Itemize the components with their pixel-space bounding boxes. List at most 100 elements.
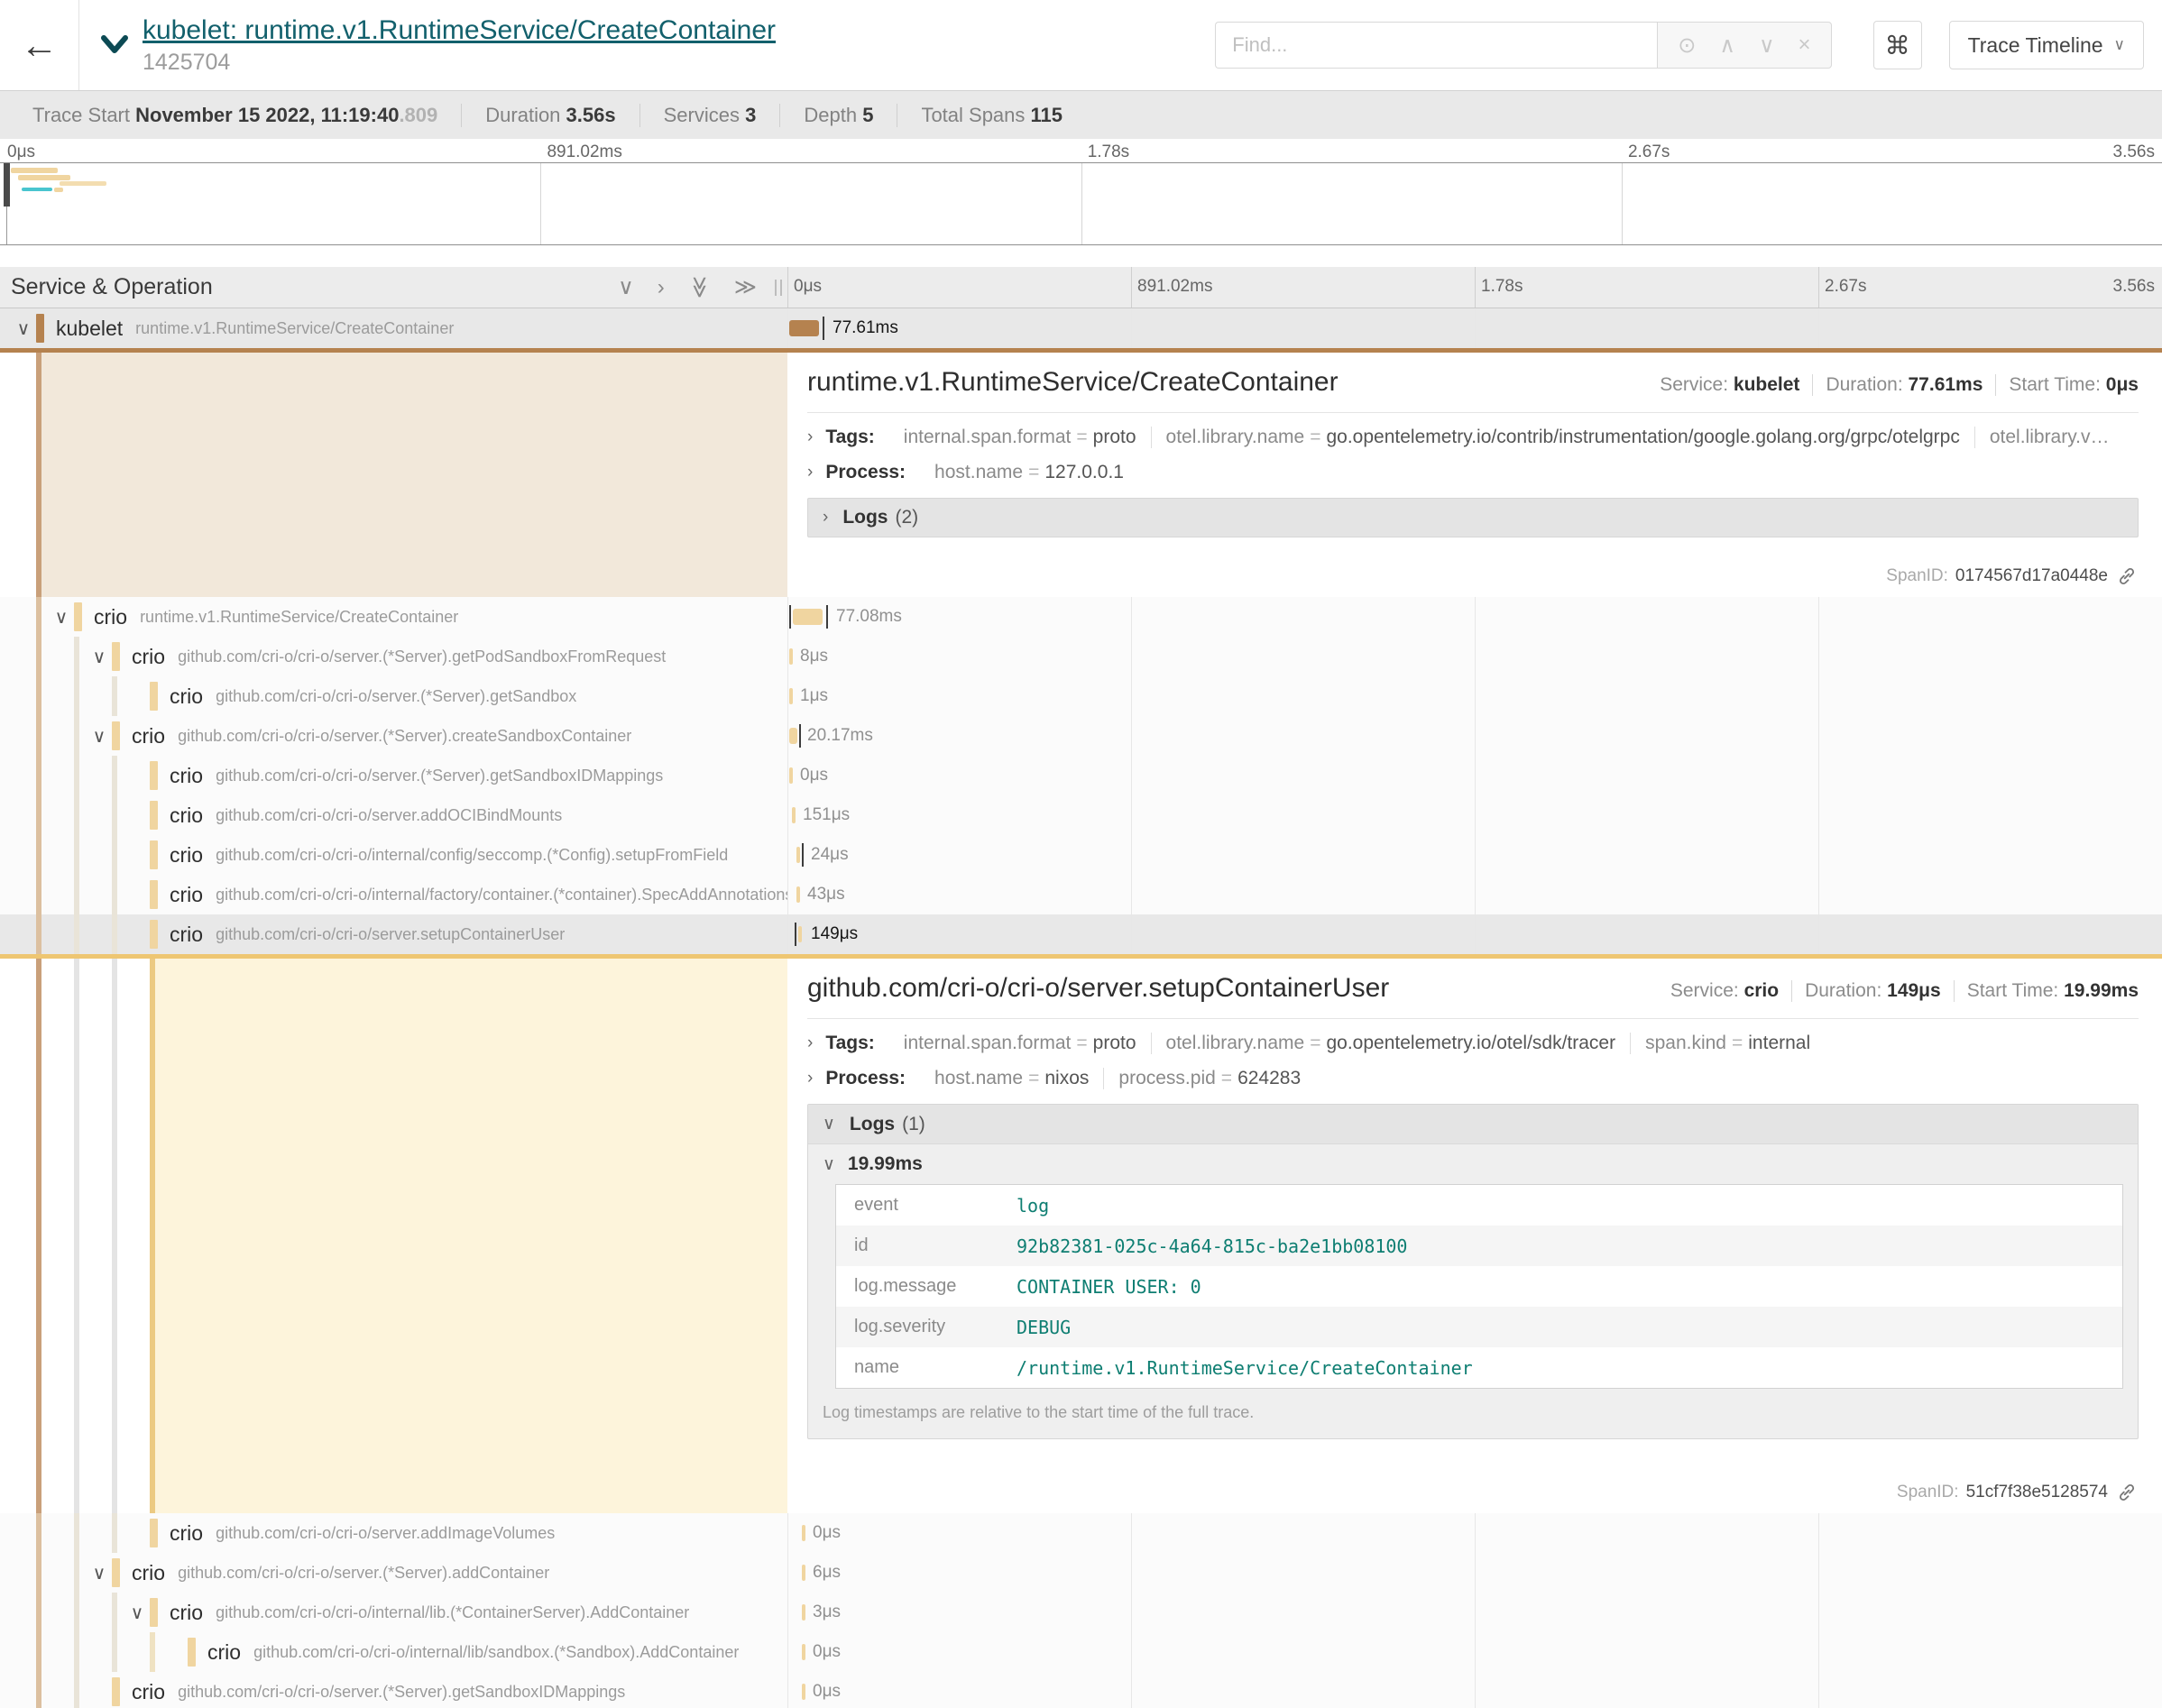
clear-search-icon[interactable]: × <box>1799 32 1811 58</box>
column-resizer[interactable] <box>775 280 782 296</box>
link-icon[interactable] <box>2117 566 2137 586</box>
find-input[interactable] <box>1215 22 1657 69</box>
chevron-down-icon[interactable]: ∨ <box>124 1602 150 1624</box>
span-row-createsandboxcontainer[interactable]: ∨ crio github.com/cri-o/cri-o/server.(*S… <box>0 716 2162 756</box>
span-row-kubelet-createcontainer[interactable]: ∨ kubelet runtime.v1.RuntimeService/Crea… <box>0 308 2162 348</box>
minimap-span-bar <box>54 188 63 192</box>
span-timeline-cell[interactable]: 0μs <box>787 1632 2162 1672</box>
chevron-down-icon[interactable]: ∨ <box>87 725 112 748</box>
process-tag: process.pid=624283 <box>1104 1068 1315 1089</box>
span-bar[interactable] <box>796 886 800 903</box>
span-row-getpodsandboxfromrequest[interactable]: ∨ crio github.com/cri-o/cri-o/server.(*S… <box>0 637 2162 676</box>
service-name: crio <box>94 605 127 629</box>
span-duration: 6μs <box>813 1563 841 1583</box>
spanid-value: 0174567d17a0448e <box>1955 566 2108 586</box>
service-color-bar <box>112 721 120 750</box>
next-result-icon[interactable]: ∨ <box>1759 32 1775 59</box>
chevron-down-icon[interactable]: ∨ <box>87 1562 112 1584</box>
collapse-trace-header-button[interactable] <box>99 34 130 56</box>
service-color-bar <box>150 682 158 711</box>
service-color-bar <box>150 920 158 949</box>
view-selector-button[interactable]: Trace Timeline ∨ <box>1949 21 2144 69</box>
span-row-getsandboxidmappings[interactable]: crio github.com/cri-o/cri-o/server.(*Ser… <box>0 756 2162 795</box>
logs-expander[interactable]: › Logs (2) <box>807 498 2139 537</box>
span-timeline-cell[interactable]: 1μs <box>787 676 2162 716</box>
span-duration: 20.17ms <box>807 726 873 746</box>
span-bar[interactable] <box>789 767 793 784</box>
span-bar[interactable] <box>793 609 823 625</box>
span-row-lib-addcontainer[interactable]: ∨ crio github.com/cri-o/cri-o/internal/l… <box>0 1593 2162 1632</box>
chevron-down-icon[interactable]: ∨ <box>87 646 112 668</box>
span-row-setupcontaineruser[interactable]: crio github.com/cri-o/cri-o/server.setup… <box>0 914 2162 954</box>
span-bar[interactable] <box>796 847 800 863</box>
span-timeline-cell[interactable]: 24μs <box>787 835 2162 875</box>
span-timeline-cell[interactable]: 77.08ms <box>787 597 2162 637</box>
span-row-specaddannotations[interactable]: crio github.com/cri-o/cri-o/internal/fac… <box>0 875 2162 914</box>
chevron-down-icon[interactable]: ∨ <box>11 317 36 340</box>
span-row-addimagevolumes[interactable]: crio github.com/cri-o/cri-o/server.addIm… <box>0 1513 2162 1553</box>
back-button[interactable]: ← <box>0 0 79 90</box>
span-bar[interactable] <box>802 1644 805 1660</box>
span-duration: 77.61ms <box>833 318 898 338</box>
span-timeline-cell[interactable]: 3μs <box>787 1593 2162 1632</box>
collapse-all-icon[interactable]: ≫ <box>686 276 713 298</box>
minimap-drag-handle[interactable] <box>4 163 10 207</box>
span-row-addocibindmounts[interactable]: crio github.com/cri-o/cri-o/server.addOC… <box>0 795 2162 835</box>
command-icon: ⌘ <box>1885 31 1910 60</box>
span-bar[interactable] <box>802 1604 805 1621</box>
span-bar[interactable] <box>802 1565 805 1581</box>
span-duration: 0μs <box>813 1682 841 1702</box>
span-timeline-cell[interactable]: 8μs <box>787 637 2162 676</box>
chevron-down-icon[interactable]: ∨ <box>49 606 74 629</box>
expand-one-icon[interactable]: › <box>658 275 665 300</box>
span-bar[interactable] <box>789 688 793 704</box>
span-timeline-cell[interactable]: 20.17ms <box>787 716 2162 756</box>
locate-icon[interactable]: ⊙ <box>1678 32 1696 59</box>
span-row-getsandboxidmappings-2[interactable]: crio github.com/cri-o/cri-o/server.(*Ser… <box>0 1672 2162 1708</box>
detail-indent-gutter <box>0 959 787 1513</box>
logs-expander[interactable]: ∨ Logs (1) <box>808 1105 2138 1144</box>
minimap-drag-handle-line <box>6 207 7 244</box>
minimap-gridline <box>540 163 541 244</box>
span-row-crio-createcontainer[interactable]: ∨ crio runtime.v1.RuntimeService/CreateC… <box>0 597 2162 637</box>
span-duration: 3μs <box>813 1602 841 1622</box>
span-tick <box>789 605 791 629</box>
span-timeline-cell[interactable]: 0μs <box>787 1513 2162 1553</box>
span-bar[interactable] <box>789 728 797 744</box>
expand-all-icon[interactable]: ≫ <box>734 274 757 300</box>
span-timeline-cell[interactable]: 77.61ms <box>787 308 2162 348</box>
span-timeline-cell[interactable]: 0μs <box>787 756 2162 795</box>
span-bar[interactable] <box>789 320 819 336</box>
trace-title-link[interactable]: kubelet: runtime.v1.RuntimeService/Creat… <box>143 15 776 46</box>
collapse-one-icon[interactable]: ∨ <box>618 274 634 300</box>
process-row[interactable]: › Process: host.name=127.0.0.1 <box>807 462 2139 483</box>
span-row-sandbox-addcontainer[interactable]: crio github.com/cri-o/cri-o/internal/lib… <box>0 1632 2162 1672</box>
service-name: crio <box>170 803 203 828</box>
span-timeline-cell[interactable]: 6μs <box>787 1553 2162 1593</box>
span-bar[interactable] <box>789 648 793 665</box>
span-row-addcontainer[interactable]: ∨ crio github.com/cri-o/cri-o/server.(*S… <box>0 1553 2162 1593</box>
span-row-getsandbox[interactable]: crio github.com/cri-o/cri-o/server.(*Ser… <box>0 676 2162 716</box>
tags-row[interactable]: › Tags: internal.span.format=proto otel.… <box>807 427 2139 448</box>
span-bar[interactable] <box>798 926 802 942</box>
link-icon[interactable] <box>2117 1483 2137 1502</box>
span-timeline-cell[interactable]: 151μs <box>787 795 2162 835</box>
span-timeline-cell[interactable]: 149μs <box>787 914 2162 954</box>
span-bar[interactable] <box>802 1525 805 1541</box>
process-row[interactable]: › Process: host.name=nixos process.pid=6… <box>807 1068 2139 1089</box>
span-bar[interactable] <box>802 1684 805 1700</box>
span-timeline-cell[interactable]: 0μs <box>787 1672 2162 1708</box>
span-timeline-cell[interactable]: 43μs <box>787 875 2162 914</box>
tags-row[interactable]: › Tags: internal.span.format=proto otel.… <box>807 1033 2139 1054</box>
trace-minimap[interactable] <box>0 162 2162 245</box>
prev-result-icon[interactable]: ∧ <box>1719 32 1735 59</box>
operation-name: github.com/cri-o/cri-o/server.(*Server).… <box>178 1564 549 1583</box>
span-duration: 151μs <box>803 805 850 825</box>
trace-duration: Duration 3.56s <box>462 104 639 127</box>
span-bar[interactable] <box>792 807 796 823</box>
trace-summary-bar: Trace Start November 15 2022, 11:19:40.8… <box>0 90 2162 139</box>
keyboard-shortcuts-button[interactable]: ⌘ <box>1873 21 1922 69</box>
span-detail-panel-setupcontaineruser: github.com/cri-o/cri-o/server.setupConta… <box>0 954 2162 1513</box>
span-row-seccomp-setupfromfield[interactable]: crio github.com/cri-o/cri-o/internal/con… <box>0 835 2162 875</box>
log-entry-expander[interactable]: ∨ 19.99ms <box>808 1144 2138 1184</box>
